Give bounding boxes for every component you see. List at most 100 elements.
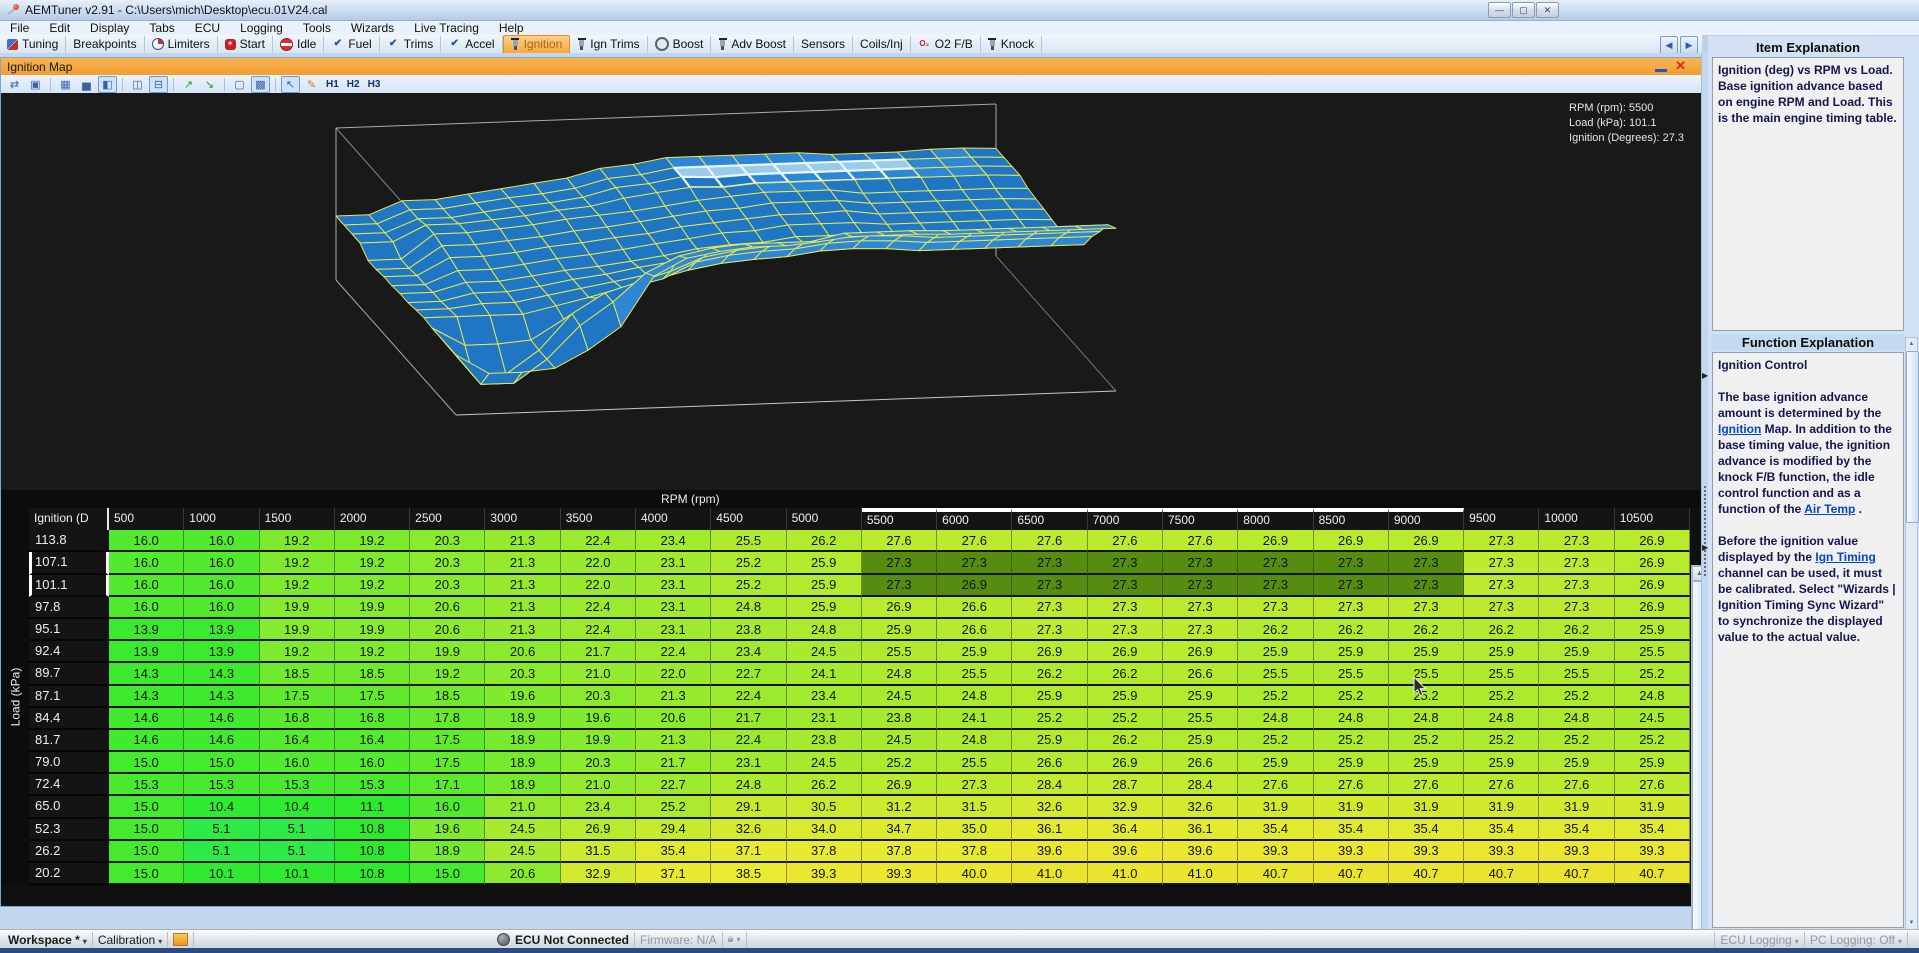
cell[interactable]: 10.8	[335, 841, 410, 863]
split-horizontal-icon[interactable]: ◫	[128, 76, 147, 93]
cell[interactable]: 37.8	[787, 841, 862, 863]
cell[interactable]: 27.6	[1615, 774, 1690, 796]
cell[interactable]: 20.6	[636, 708, 711, 730]
tab-scroll-right-button[interactable]: ▶	[1680, 36, 1698, 54]
tab-start[interactable]: ✶Start	[218, 36, 273, 53]
col-header-9000[interactable]: 9000	[1389, 508, 1464, 531]
cell[interactable]: 10.4	[184, 796, 259, 818]
cell[interactable]: 25.9	[1238, 752, 1313, 774]
cell[interactable]: 32.6	[1163, 796, 1238, 818]
cell[interactable]: 27.6	[1088, 530, 1163, 552]
cell[interactable]: 14.3	[109, 686, 184, 708]
cell[interactable]: 16.0	[109, 530, 184, 552]
cell[interactable]: 27.3	[1389, 552, 1464, 574]
cell[interactable]: 26.2	[1088, 730, 1163, 752]
cell[interactable]: 5.1	[260, 841, 335, 863]
cell[interactable]: 27.3	[1238, 597, 1313, 619]
cell[interactable]: 24.8	[1464, 708, 1539, 730]
cell[interactable]: 5.1	[184, 819, 259, 841]
cell[interactable]: 21.3	[485, 619, 560, 641]
cell[interactable]: 28.4	[1012, 774, 1087, 796]
cell[interactable]: 37.8	[937, 841, 1012, 863]
cell[interactable]: 14.3	[184, 686, 259, 708]
col-header-5000[interactable]: 5000	[787, 508, 862, 531]
map-window-titlebar[interactable]: Ignition Map ✕	[1, 58, 1704, 75]
cell[interactable]: 15.3	[335, 774, 410, 796]
cell[interactable]: 25.2	[1238, 686, 1313, 708]
cell[interactable]: 26.9	[1088, 752, 1163, 774]
cell[interactable]: 40.0	[937, 863, 1012, 885]
cell[interactable]: 26.9	[1615, 575, 1690, 597]
cell[interactable]: 20.3	[561, 752, 636, 774]
cell[interactable]: 22.4	[636, 641, 711, 663]
cell[interactable]: 28.4	[1163, 774, 1238, 796]
cell[interactable]: 18.9	[485, 730, 560, 752]
cell[interactable]: 24.8	[862, 663, 937, 685]
cell[interactable]: 27.3	[1539, 530, 1614, 552]
cell[interactable]: 14.3	[184, 663, 259, 685]
cell[interactable]: 26.9	[1389, 530, 1464, 552]
splitter-grip[interactable]	[1704, 486, 1706, 576]
cell[interactable]: 23.4	[711, 641, 786, 663]
cell[interactable]: 27.3	[1088, 575, 1163, 597]
cell[interactable]: 25.2	[1464, 686, 1539, 708]
cell[interactable]: 25.2	[711, 552, 786, 574]
cell[interactable]: 20.3	[485, 663, 560, 685]
cell[interactable]: 27.6	[1389, 774, 1464, 796]
cell[interactable]: 25.9	[1238, 641, 1313, 663]
cell[interactable]: 16.0	[109, 552, 184, 574]
row-header-65[interactable]: 65.0	[29, 796, 109, 818]
cell[interactable]: 22.7	[636, 774, 711, 796]
table-graph-view-icon[interactable]: ◧	[98, 76, 117, 93]
row-header-26.2[interactable]: 26.2	[29, 841, 109, 863]
air-temp-link[interactable]: Air Temp	[1804, 502, 1855, 516]
cell[interactable]: 27.3	[1012, 597, 1087, 619]
cell[interactable]: 31.9	[1464, 796, 1539, 818]
cell[interactable]: 24.8	[787, 619, 862, 641]
cell[interactable]: 26.9	[1615, 530, 1690, 552]
cell[interactable]: 16.4	[260, 730, 335, 752]
cell[interactable]: 19.2	[260, 530, 335, 552]
cell[interactable]: 19.2	[335, 575, 410, 597]
cell[interactable]: 22.4	[561, 530, 636, 552]
cell[interactable]: 26.9	[1615, 552, 1690, 574]
cell[interactable]: 27.3	[1389, 597, 1464, 619]
cell[interactable]: 40.7	[1539, 863, 1614, 885]
cell[interactable]: 27.3	[937, 774, 1012, 796]
col-header-10000[interactable]: 10000	[1539, 508, 1614, 531]
cell[interactable]: 25.5	[1464, 663, 1539, 685]
cell[interactable]: 25.5	[1615, 641, 1690, 663]
col-header-8500[interactable]: 8500	[1314, 508, 1389, 531]
tab-adv-boost[interactable]: Adv Boost	[711, 36, 794, 53]
cell[interactable]: 26.6	[1012, 752, 1087, 774]
cell[interactable]: 15.0	[109, 841, 184, 863]
calibration-menu[interactable]: Calibration▾	[98, 933, 162, 947]
cell[interactable]: 5.1	[260, 819, 335, 841]
panel-scroll-down-icon[interactable]: ▼	[1906, 917, 1917, 929]
cell[interactable]: 24.5	[485, 841, 560, 863]
row-header-52.3[interactable]: 52.3	[29, 819, 109, 841]
row-header-72.4[interactable]: 72.4	[29, 774, 109, 796]
menu-ecu[interactable]: ECU	[185, 21, 230, 35]
cell[interactable]: 14.6	[109, 708, 184, 730]
cell[interactable]: 19.9	[335, 597, 410, 619]
tab-knock[interactable]: Knock	[981, 36, 1042, 53]
cell[interactable]: 24.5	[485, 819, 560, 841]
table-view-icon[interactable]: ▦	[56, 76, 75, 93]
cell[interactable]: 16.0	[184, 530, 259, 552]
cell[interactable]: 13.9	[109, 641, 184, 663]
cell[interactable]: 25.9	[1163, 730, 1238, 752]
cell[interactable]: 25.2	[1314, 730, 1389, 752]
cell[interactable]: 25.9	[787, 597, 862, 619]
cell[interactable]: 27.3	[862, 552, 937, 574]
col-header-7000[interactable]: 7000	[1088, 508, 1163, 531]
cell[interactable]: 41.0	[1163, 863, 1238, 885]
cell[interactable]: 27.3	[1314, 597, 1389, 619]
cell[interactable]: 15.0	[184, 752, 259, 774]
cell[interactable]: 25.2	[1238, 730, 1313, 752]
cell[interactable]: 26.9	[1163, 641, 1238, 663]
row-header-87.1[interactable]: 87.1	[29, 686, 109, 708]
col-header-3000[interactable]: 3000	[485, 508, 560, 531]
cell[interactable]: 39.3	[787, 863, 862, 885]
cell[interactable]: 21.3	[485, 530, 560, 552]
